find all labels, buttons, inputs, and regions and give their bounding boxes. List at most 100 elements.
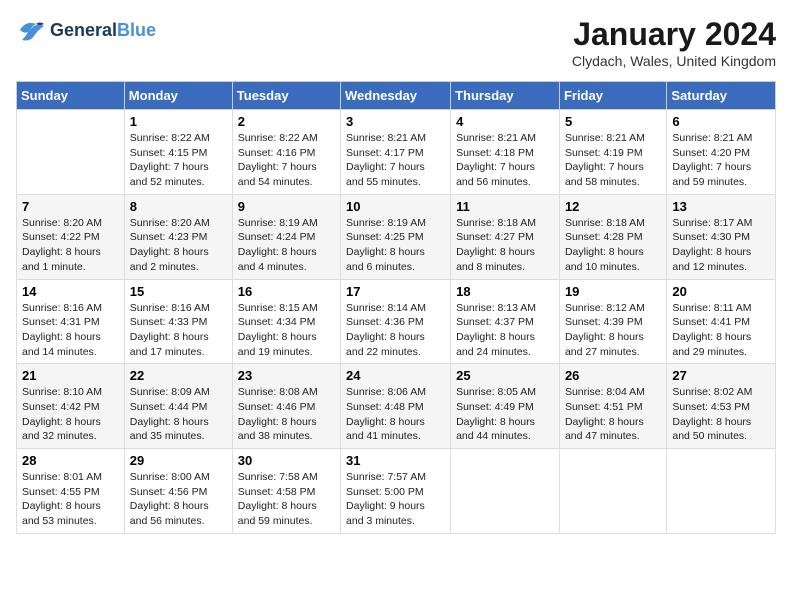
day-info: Sunrise: 8:11 AM Sunset: 4:41 PM Dayligh… <box>672 301 770 360</box>
day-cell: 12 Sunrise: 8:18 AM Sunset: 4:28 PM Dayli… <box>559 194 666 279</box>
day-info: Sunrise: 8:12 AM Sunset: 4:39 PM Dayligh… <box>565 301 661 360</box>
day-cell: 31 Sunrise: 7:57 AM Sunset: 5:00 PM Dayli… <box>341 449 451 534</box>
logo-text: GeneralBlue <box>50 20 156 41</box>
week-row-4: 21 Sunrise: 8:10 AM Sunset: 4:42 PM Dayli… <box>17 364 776 449</box>
day-cell: 13Sunrise: 8:17 AM Sunset: 4:30 PM Dayli… <box>667 194 776 279</box>
day-cell: 27 Sunrise: 8:02 AM Sunset: 4:53 PM Dayli… <box>667 364 776 449</box>
day-cell: 20 Sunrise: 8:11 AM Sunset: 4:41 PM Dayli… <box>667 279 776 364</box>
day-number: 23 <box>238 368 335 383</box>
day-cell <box>451 449 560 534</box>
day-number: 24 <box>346 368 445 383</box>
day-cell: 22 Sunrise: 8:09 AM Sunset: 4:44 PM Dayli… <box>124 364 232 449</box>
day-info: Sunrise: 8:20 AM Sunset: 4:23 PM Dayligh… <box>130 216 227 275</box>
day-cell: 19 Sunrise: 8:12 AM Sunset: 4:39 PM Dayli… <box>559 279 666 364</box>
day-info: Sunrise: 8:02 AM Sunset: 4:53 PM Dayligh… <box>672 385 770 444</box>
day-info: Sunrise: 8:16 AM Sunset: 4:33 PM Dayligh… <box>130 301 227 360</box>
day-cell: 6 Sunrise: 8:21 AM Sunset: 4:20 PM Daylig… <box>667 110 776 195</box>
day-number: 3 <box>346 114 445 129</box>
day-number: 21 <box>22 368 119 383</box>
col-header-monday: Monday <box>124 82 232 110</box>
day-number: 28 <box>22 453 119 468</box>
logo: GeneralBlue <box>16 16 156 44</box>
day-cell: 10Sunrise: 8:19 AM Sunset: 4:25 PM Dayli… <box>341 194 451 279</box>
day-cell <box>667 449 776 534</box>
week-row-1: 1 Sunrise: 8:22 AM Sunset: 4:15 PM Daylig… <box>17 110 776 195</box>
day-info: Sunrise: 8:21 AM Sunset: 4:20 PM Dayligh… <box>672 131 770 190</box>
day-number: 7 <box>22 199 119 214</box>
day-info: Sunrise: 8:10 AM Sunset: 4:42 PM Dayligh… <box>22 385 119 444</box>
day-cell: 3 Sunrise: 8:21 AM Sunset: 4:17 PM Daylig… <box>341 110 451 195</box>
day-info: Sunrise: 8:00 AM Sunset: 4:56 PM Dayligh… <box>130 470 227 529</box>
day-cell: 11 Sunrise: 8:18 AM Sunset: 4:27 PM Dayli… <box>451 194 560 279</box>
day-info: Sunrise: 8:22 AM Sunset: 4:15 PM Dayligh… <box>130 131 227 190</box>
day-number: 12 <box>565 199 661 214</box>
day-cell: 8 Sunrise: 8:20 AM Sunset: 4:23 PM Daylig… <box>124 194 232 279</box>
week-row-5: 28Sunrise: 8:01 AM Sunset: 4:55 PM Dayli… <box>17 449 776 534</box>
day-number: 20 <box>672 284 770 299</box>
day-cell: 9Sunrise: 8:19 AM Sunset: 4:24 PM Daylig… <box>232 194 340 279</box>
day-info: Sunrise: 8:21 AM Sunset: 4:17 PM Dayligh… <box>346 131 445 190</box>
day-cell: 25 Sunrise: 8:05 AM Sunset: 4:49 PM Dayli… <box>451 364 560 449</box>
day-number: 17 <box>346 284 445 299</box>
day-cell: 4Sunrise: 8:21 AM Sunset: 4:18 PM Daylig… <box>451 110 560 195</box>
location: Clydach, Wales, United Kingdom <box>572 53 776 69</box>
day-info: Sunrise: 8:05 AM Sunset: 4:49 PM Dayligh… <box>456 385 554 444</box>
day-info: Sunrise: 8:06 AM Sunset: 4:48 PM Dayligh… <box>346 385 445 444</box>
day-number: 19 <box>565 284 661 299</box>
day-cell: 26Sunrise: 8:04 AM Sunset: 4:51 PM Dayli… <box>559 364 666 449</box>
day-cell: 14 Sunrise: 8:16 AM Sunset: 4:31 PM Dayli… <box>17 279 125 364</box>
day-number: 27 <box>672 368 770 383</box>
day-cell: 21 Sunrise: 8:10 AM Sunset: 4:42 PM Dayli… <box>17 364 125 449</box>
day-number: 5 <box>565 114 661 129</box>
day-cell: 2 Sunrise: 8:22 AM Sunset: 4:16 PM Daylig… <box>232 110 340 195</box>
day-info: Sunrise: 8:20 AM Sunset: 4:22 PM Dayligh… <box>22 216 119 275</box>
day-number: 30 <box>238 453 335 468</box>
day-info: Sunrise: 7:57 AM Sunset: 5:00 PM Dayligh… <box>346 470 445 529</box>
day-cell: 30 Sunrise: 7:58 AM Sunset: 4:58 PM Dayli… <box>232 449 340 534</box>
day-number: 29 <box>130 453 227 468</box>
day-number: 1 <box>130 114 227 129</box>
day-info: Sunrise: 8:19 AM Sunset: 4:25 PM Dayligh… <box>346 216 445 275</box>
day-number: 2 <box>238 114 335 129</box>
day-cell: 24 Sunrise: 8:06 AM Sunset: 4:48 PM Dayli… <box>341 364 451 449</box>
day-number: 25 <box>456 368 554 383</box>
week-row-3: 14 Sunrise: 8:16 AM Sunset: 4:31 PM Dayli… <box>17 279 776 364</box>
col-header-tuesday: Tuesday <box>232 82 340 110</box>
day-cell: 23 Sunrise: 8:08 AM Sunset: 4:46 PM Dayli… <box>232 364 340 449</box>
calendar-table: SundayMondayTuesdayWednesdayThursdayFrid… <box>16 81 776 534</box>
day-number: 16 <box>238 284 335 299</box>
day-info: Sunrise: 8:16 AM Sunset: 4:31 PM Dayligh… <box>22 301 119 360</box>
day-number: 14 <box>22 284 119 299</box>
title-area: January 2024 Clydach, Wales, United King… <box>572 16 776 69</box>
day-cell: 5Sunrise: 8:21 AM Sunset: 4:19 PM Daylig… <box>559 110 666 195</box>
day-info: Sunrise: 8:09 AM Sunset: 4:44 PM Dayligh… <box>130 385 227 444</box>
col-header-sunday: Sunday <box>17 82 125 110</box>
day-cell <box>559 449 666 534</box>
day-number: 22 <box>130 368 227 383</box>
day-number: 6 <box>672 114 770 129</box>
day-cell: 7 Sunrise: 8:20 AM Sunset: 4:22 PM Daylig… <box>17 194 125 279</box>
day-info: Sunrise: 8:08 AM Sunset: 4:46 PM Dayligh… <box>238 385 335 444</box>
day-cell: 15 Sunrise: 8:16 AM Sunset: 4:33 PM Dayli… <box>124 279 232 364</box>
day-info: Sunrise: 8:18 AM Sunset: 4:27 PM Dayligh… <box>456 216 554 275</box>
day-cell: 29 Sunrise: 8:00 AM Sunset: 4:56 PM Dayli… <box>124 449 232 534</box>
day-number: 11 <box>456 199 554 214</box>
day-cell <box>17 110 125 195</box>
day-info: Sunrise: 7:58 AM Sunset: 4:58 PM Dayligh… <box>238 470 335 529</box>
day-info: Sunrise: 8:13 AM Sunset: 4:37 PM Dayligh… <box>456 301 554 360</box>
day-info: Sunrise: 8:18 AM Sunset: 4:28 PM Dayligh… <box>565 216 661 275</box>
col-header-wednesday: Wednesday <box>341 82 451 110</box>
page-header: GeneralBlue January 2024 Clydach, Wales,… <box>16 16 776 69</box>
day-number: 15 <box>130 284 227 299</box>
week-row-2: 7 Sunrise: 8:20 AM Sunset: 4:22 PM Daylig… <box>17 194 776 279</box>
day-number: 8 <box>130 199 227 214</box>
day-number: 26 <box>565 368 661 383</box>
day-cell: 28Sunrise: 8:01 AM Sunset: 4:55 PM Dayli… <box>17 449 125 534</box>
day-number: 31 <box>346 453 445 468</box>
day-cell: 1 Sunrise: 8:22 AM Sunset: 4:15 PM Daylig… <box>124 110 232 195</box>
logo-icon <box>16 16 46 44</box>
day-info: Sunrise: 8:22 AM Sunset: 4:16 PM Dayligh… <box>238 131 335 190</box>
calendar-header-row: SundayMondayTuesdayWednesdayThursdayFrid… <box>17 82 776 110</box>
day-info: Sunrise: 8:15 AM Sunset: 4:34 PM Dayligh… <box>238 301 335 360</box>
day-number: 18 <box>456 284 554 299</box>
